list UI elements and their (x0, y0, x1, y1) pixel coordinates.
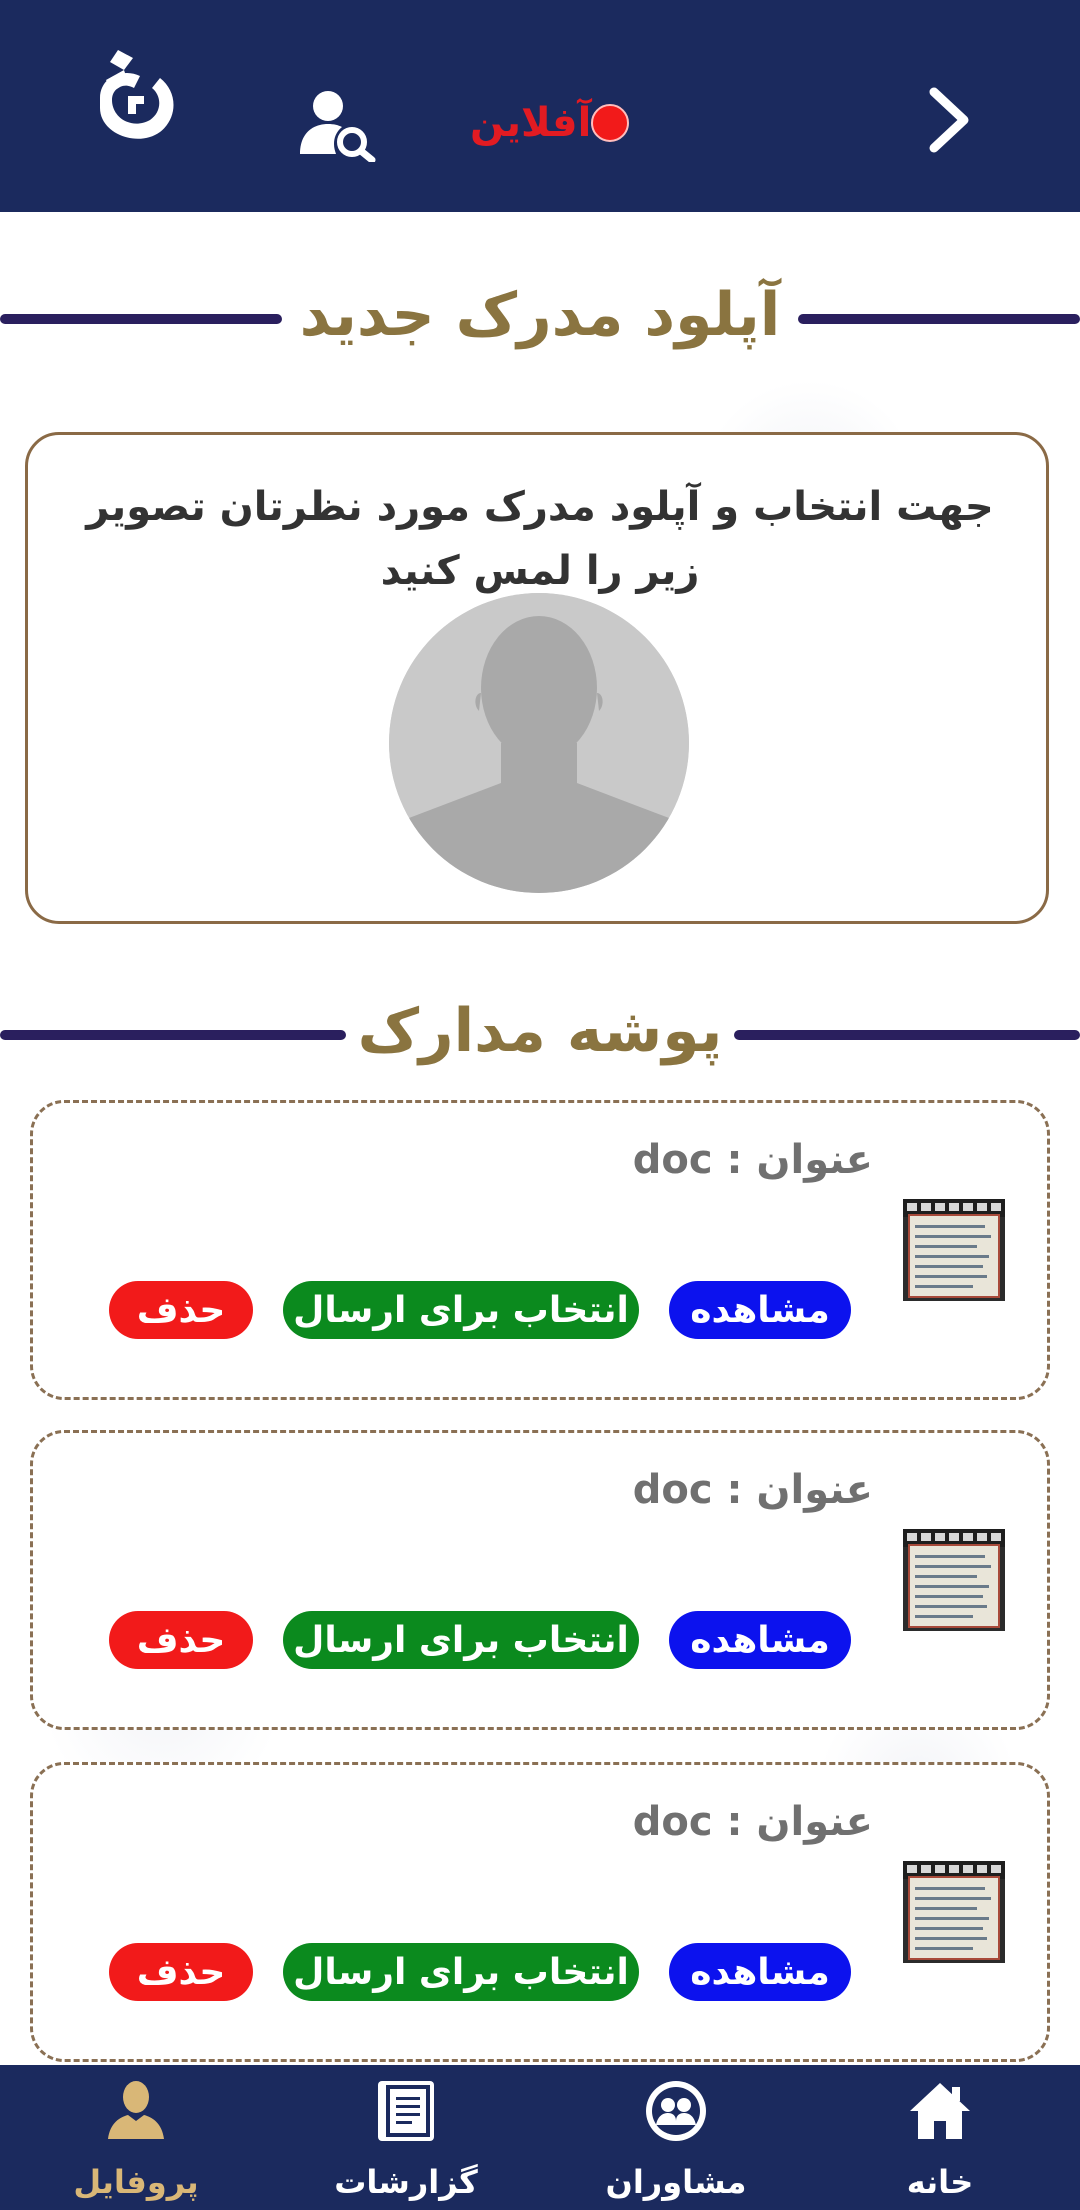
nav-item-profile[interactable]: پروفایل (36, 2065, 236, 2210)
consultants-icon (644, 2079, 708, 2143)
document-thumbnail[interactable] (903, 1199, 1005, 1301)
document-title: عنوان : doc (632, 1799, 873, 1845)
nav-item-reports[interactable]: گزارشات (306, 2065, 506, 2210)
top-app-bar: آفلاین (0, 0, 1080, 212)
profile-icon (104, 2079, 168, 2143)
select-for-send-button[interactable]: انتخاب برای ارسال (283, 1943, 639, 2001)
search-user-button[interactable] (298, 86, 378, 164)
delete-button[interactable]: حذف (109, 1281, 253, 1339)
document-title: عنوان : doc (632, 1137, 873, 1183)
document-card: عنوان : doc مشاهده انتخاب برای ارسال حذف (30, 1430, 1050, 1730)
chevron-right-icon (929, 87, 969, 153)
documents-section-header: پوشه مدارک (0, 996, 1080, 1076)
document-thumbnail[interactable] (903, 1529, 1005, 1631)
status-dot-icon (591, 104, 630, 142)
upload-section-title: آپلود مدرک جدید (299, 280, 781, 350)
upload-section-header: آپلود مدرک جدید (0, 280, 1080, 360)
select-for-send-button[interactable]: انتخاب برای ارسال (283, 1611, 639, 1669)
home-icon (908, 2079, 972, 2143)
view-button[interactable]: مشاهده (669, 1611, 851, 1669)
document-card: عنوان : doc مشاهده انتخاب برای ارسال حذف (30, 1100, 1050, 1400)
document-card: عنوان : doc مشاهده انتخاب برای ارسال حذف (30, 1762, 1050, 2062)
upload-hint: جهت انتخاب و آپلود مدرک مورد نظرتان تصوی… (86, 484, 994, 594)
upload-card[interactable]: جهت انتخاب و آپلود مدرک مورد نظرتان تصوی… (25, 432, 1049, 924)
select-for-send-button[interactable]: انتخاب برای ارسال (283, 1281, 639, 1339)
reports-icon (374, 2079, 438, 2143)
connection-status: آفلاین (470, 95, 643, 151)
nav-label-reports: گزارشات (334, 2163, 478, 2201)
status-label: آفلاین (470, 100, 592, 146)
view-button[interactable]: مشاهده (669, 1281, 851, 1339)
nav-label-home: خانه (906, 2163, 974, 2201)
document-thumbnail[interactable] (903, 1861, 1005, 1963)
nav-item-consultants[interactable]: مشاوران (576, 2065, 776, 2210)
delete-button[interactable]: حذف (109, 1943, 253, 2001)
nav-label-profile: پروفایل (73, 2163, 199, 2201)
documents-section-title: پوشه مدارک (357, 996, 723, 1066)
bottom-navigation: پروفایل گزارشات مشاوران خانه (0, 2065, 1080, 2210)
nav-label-consultants: مشاوران (605, 2163, 747, 2201)
delete-button[interactable]: حذف (109, 1611, 253, 1669)
nav-item-home[interactable]: خانه (840, 2065, 1040, 2210)
document-title: عنوان : doc (632, 1467, 873, 1513)
app-logo-icon (88, 48, 178, 164)
avatar-placeholder-icon[interactable] (389, 593, 689, 893)
back-button[interactable] (920, 82, 980, 158)
view-button[interactable]: مشاهده (669, 1943, 851, 2001)
